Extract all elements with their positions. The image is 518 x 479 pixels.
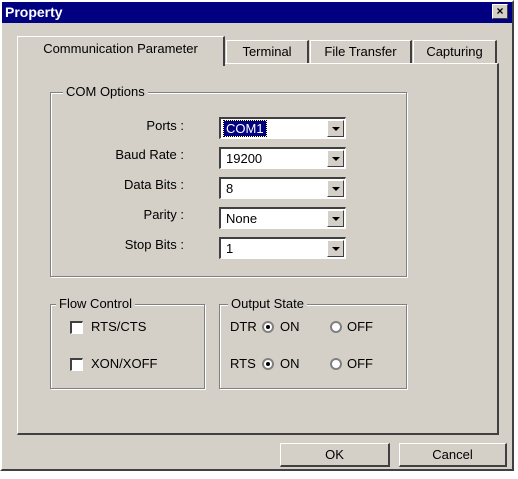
dtr-off-radio[interactable] <box>330 321 342 333</box>
flow-control-group: Flow Control RTS/CTS XON/XOFF <box>50 296 205 389</box>
stop-bits-label: Stop Bits : <box>124 237 184 252</box>
parity-value: None <box>226 211 258 226</box>
window-title: Property <box>5 4 63 20</box>
rts-label: RTS <box>230 356 256 371</box>
chevron-down-icon[interactable] <box>327 120 344 137</box>
dtr-on-label[interactable]: ON <box>280 319 300 334</box>
title-bar: Property × <box>2 2 512 23</box>
close-icon: × <box>496 4 504 18</box>
chevron-down-icon[interactable] <box>327 210 344 227</box>
tab-label: File Transfer <box>324 44 397 59</box>
tab-file-transfer[interactable]: File Transfer <box>310 40 412 64</box>
rts-cts-label[interactable]: RTS/CTS <box>91 319 146 334</box>
xon-xoff-checkbox[interactable] <box>70 358 83 371</box>
dtr-label: DTR <box>230 319 257 334</box>
ports-label: Ports : <box>146 118 184 133</box>
rts-on-radio[interactable] <box>262 358 274 370</box>
tab-communication-parameter[interactable]: Communication Parameter <box>17 36 225 66</box>
baud-rate-select[interactable]: 19200 <box>219 147 346 169</box>
tab-label: Communication Parameter <box>43 41 198 56</box>
tab-label: Capturing <box>426 44 483 59</box>
close-button[interactable]: × <box>492 4 508 19</box>
chevron-down-icon[interactable] <box>327 240 344 257</box>
cancel-button[interactable]: Cancel <box>399 443 507 467</box>
com-options-group: COM Options Ports : COM1 Baud Rate : 192… <box>50 84 407 277</box>
tab-panel: COM Options Ports : COM1 Baud Rate : 192… <box>17 63 499 435</box>
rts-off-label[interactable]: OFF <box>347 356 373 371</box>
ok-button[interactable]: OK <box>280 443 390 467</box>
data-bits-select[interactable]: 8 <box>219 177 346 199</box>
tab-capturing[interactable]: Capturing <box>413 40 497 64</box>
flow-control-legend: Flow Control <box>56 296 135 311</box>
dtr-on-radio[interactable] <box>262 321 274 333</box>
rts-on-label[interactable]: ON <box>280 356 300 371</box>
xon-xoff-label[interactable]: XON/XOFF <box>91 356 157 371</box>
tab-terminal[interactable]: Terminal <box>226 40 309 64</box>
data-bits-label: Data Bits : <box>124 177 184 192</box>
dtr-off-label[interactable]: OFF <box>347 319 373 334</box>
output-state-legend: Output State <box>228 296 307 311</box>
property-dialog: Property × Communication Parameter Termi… <box>0 0 514 471</box>
baud-rate-label: Baud Rate : <box>115 147 184 162</box>
ports-value: COM1 <box>223 120 267 137</box>
tab-label: Terminal <box>242 44 292 59</box>
output-state-group: Output State DTR ON OFF RTS ON OFF <box>219 296 407 389</box>
rts-cts-checkbox[interactable] <box>70 321 83 334</box>
data-bits-value: 8 <box>226 181 234 196</box>
com-options-legend: COM Options <box>63 84 148 99</box>
parity-select[interactable]: None <box>219 207 346 229</box>
chevron-down-icon[interactable] <box>327 150 344 167</box>
stop-bits-select[interactable]: 1 <box>219 237 346 259</box>
chevron-down-icon[interactable] <box>327 180 344 197</box>
rts-off-radio[interactable] <box>330 358 342 370</box>
baud-rate-value: 19200 <box>226 151 263 166</box>
parity-label: Parity : <box>143 207 184 222</box>
stop-bits-value: 1 <box>226 241 234 256</box>
ports-select[interactable]: COM1 <box>219 117 346 139</box>
